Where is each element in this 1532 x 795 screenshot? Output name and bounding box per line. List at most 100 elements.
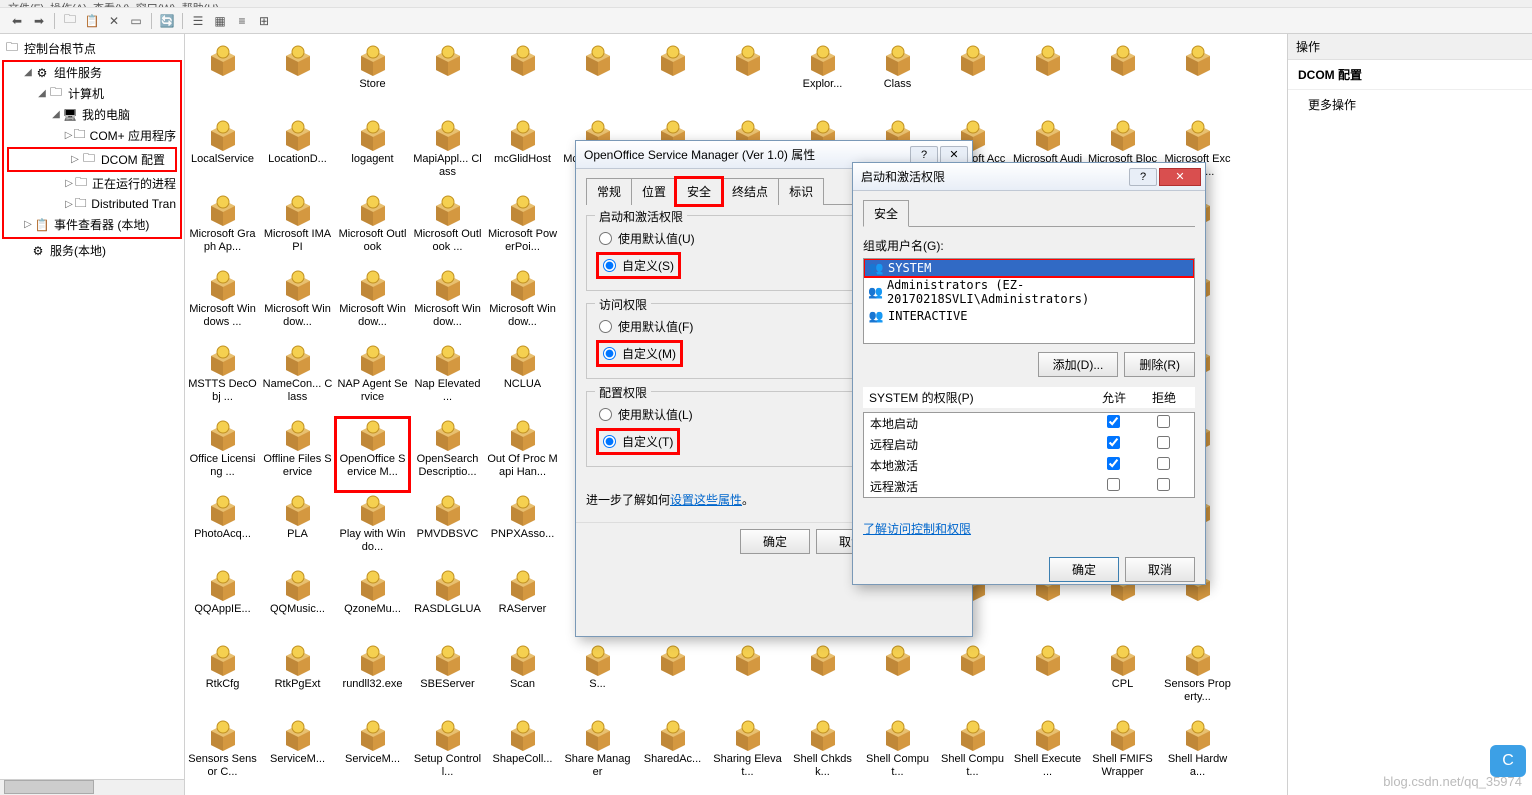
learn-link[interactable]: 设置这些属性	[670, 493, 742, 507]
dcom-item[interactable]: MSTTS DecObj ...	[185, 342, 260, 417]
dcom-item[interactable]: Explor...	[785, 42, 860, 117]
expand-icon[interactable]: ◢	[50, 109, 62, 120]
dcom-item[interactable]: Sharing Elevat...	[710, 717, 785, 792]
expand-icon[interactable]: ▷	[69, 154, 81, 165]
tab-general[interactable]: 常规	[586, 178, 632, 205]
cancel-button[interactable]: 取消	[1125, 557, 1195, 582]
ok-button[interactable]: 确定	[740, 529, 810, 554]
help-button[interactable]: ?	[1129, 168, 1157, 186]
dcom-item[interactable]	[185, 42, 260, 117]
radio-custom-launch[interactable]: 自定义(S)	[599, 255, 678, 276]
allow-checkbox[interactable]	[1107, 415, 1120, 428]
dcom-item[interactable]: Microsoft Window...	[485, 267, 560, 342]
deny-checkbox[interactable]	[1157, 478, 1170, 491]
tree-dtc[interactable]: ▷🗀Distributed Tran	[4, 194, 180, 214]
dcom-item[interactable]: PMVDBSVC	[410, 492, 485, 567]
dcom-item[interactable]: ServiceM...	[335, 717, 410, 792]
dcom-item[interactable]	[1085, 42, 1160, 117]
dcom-item[interactable]: Microsoft Window...	[260, 267, 335, 342]
actions-more[interactable]: 更多操作	[1288, 90, 1532, 119]
radio-custom-access[interactable]: 自定义(M)	[599, 343, 680, 364]
tree-comp-services[interactable]: ◢⚙组件服务	[4, 62, 180, 83]
dcom-item[interactable]: LocationD...	[260, 117, 335, 192]
dcom-item[interactable]: ShapeColl...	[485, 717, 560, 792]
dcom-item[interactable]: QQAppIE...	[185, 567, 260, 642]
dcom-item[interactable]: ServiceM...	[260, 717, 335, 792]
dcom-item[interactable]: PhotoAcq...	[185, 492, 260, 567]
dcom-item[interactable]: RtkCfg	[185, 642, 260, 717]
scrollbar-h[interactable]	[0, 779, 184, 795]
user-row[interactable]: 👥SYSTEM	[864, 259, 1194, 277]
dcom-item[interactable]: Shell Chkdsk...	[785, 717, 860, 792]
dcom-item[interactable]: Shell Execute ...	[1010, 717, 1085, 792]
allow-checkbox[interactable]	[1107, 478, 1120, 491]
ok-button[interactable]: 确定	[1049, 557, 1119, 582]
dcom-item[interactable]: Microsoft Outlook ...	[410, 192, 485, 267]
users-listbox[interactable]: 👥SYSTEM👥Administrators (EZ-20170218SVLI\…	[863, 258, 1195, 344]
tab-identity[interactable]: 标识	[778, 178, 824, 205]
dcom-item[interactable]: Microsoft Outlook	[335, 192, 410, 267]
allow-checkbox[interactable]	[1107, 436, 1120, 449]
dcom-item[interactable]	[935, 42, 1010, 117]
dcom-item[interactable]: OpenOffice Service M...	[335, 417, 410, 492]
close-button[interactable]: ✕	[940, 146, 968, 164]
dcom-item[interactable]	[1010, 42, 1085, 117]
dcom-item[interactable]: Office Licensing ...	[185, 417, 260, 492]
refresh-icon[interactable]: 🔄	[158, 12, 176, 30]
dcom-item[interactable]: RtkPgExt	[260, 642, 335, 717]
expand-icon[interactable]: ▷	[64, 130, 73, 141]
dcom-item[interactable]: Microsoft Window...	[410, 267, 485, 342]
dcom-item[interactable]: NCLUA	[485, 342, 560, 417]
dcom-item[interactable]: Out Of Proc Mapi Han...	[485, 417, 560, 492]
expand-icon[interactable]: ◢	[36, 88, 48, 99]
forward-icon[interactable]: ➡	[30, 12, 48, 30]
props-icon[interactable]: ▭	[127, 12, 145, 30]
expand-icon[interactable]: ▷	[22, 219, 34, 230]
dcom-item[interactable]	[485, 42, 560, 117]
dcom-item[interactable]: Microsoft IMAPI	[260, 192, 335, 267]
dcom-item[interactable]: Microsoft PowerPoi...	[485, 192, 560, 267]
close-button[interactable]: ✕	[1159, 168, 1201, 186]
dcom-item[interactable]: Shell FMIFS Wrapper	[1085, 717, 1160, 792]
dialog-title-bar[interactable]: 启动和激活权限 ? ✕	[853, 163, 1205, 191]
tree-running[interactable]: ▷🗀正在运行的进程	[4, 173, 180, 194]
dcom-item[interactable]: Play with Windo...	[335, 492, 410, 567]
tab-security[interactable]: 安全	[863, 200, 909, 227]
dcom-item[interactable]: Offline Files Service	[260, 417, 335, 492]
radio-custom-config[interactable]: 自定义(T)	[599, 431, 677, 452]
dcom-item[interactable]	[710, 642, 785, 717]
dcom-item[interactable]: SBEServer	[410, 642, 485, 717]
dcom-item[interactable]: Scan	[485, 642, 560, 717]
dcom-item[interactable]: Sensors Property...	[1160, 642, 1235, 717]
dcom-item[interactable]	[860, 642, 935, 717]
dcom-item[interactable]: MapiAppl... Class	[410, 117, 485, 192]
view4-icon[interactable]: ⊞	[255, 12, 273, 30]
dcom-item[interactable]	[1160, 42, 1235, 117]
dcom-item[interactable]: RAServer	[485, 567, 560, 642]
help-button[interactable]: ?	[910, 146, 938, 164]
dcom-item[interactable]: PLA	[260, 492, 335, 567]
dcom-item[interactable]	[710, 42, 785, 117]
view1-icon[interactable]: ☰	[189, 12, 207, 30]
tab-location[interactable]: 位置	[631, 178, 677, 205]
expand-icon[interactable]: ▷	[64, 199, 74, 210]
deny-checkbox[interactable]	[1157, 457, 1170, 470]
back-icon[interactable]: ⬅	[8, 12, 26, 30]
dcom-item[interactable]: QzoneMu...	[335, 567, 410, 642]
dcom-item[interactable]: LocalService	[185, 117, 260, 192]
remove-button[interactable]: 删除(R)	[1124, 352, 1195, 377]
tree-computers[interactable]: ◢🗀计算机	[4, 83, 180, 104]
dcom-item[interactable]	[1010, 642, 1085, 717]
dcom-item[interactable]: rundll32.exe	[335, 642, 410, 717]
dcom-item[interactable]: NameCon... Class	[260, 342, 335, 417]
dcom-item[interactable]	[935, 642, 1010, 717]
allow-checkbox[interactable]	[1107, 457, 1120, 470]
dcom-item[interactable]	[785, 642, 860, 717]
dcom-item[interactable]: logagent	[335, 117, 410, 192]
learn-link[interactable]: 了解访问控制和权限	[863, 522, 971, 536]
add-button[interactable]: 添加(D)...	[1038, 352, 1119, 377]
dcom-item[interactable]	[560, 42, 635, 117]
dcom-item[interactable]: Shell Comput...	[860, 717, 935, 792]
dcom-item[interactable]: Store	[335, 42, 410, 117]
cut-icon[interactable]: 📋	[83, 12, 101, 30]
